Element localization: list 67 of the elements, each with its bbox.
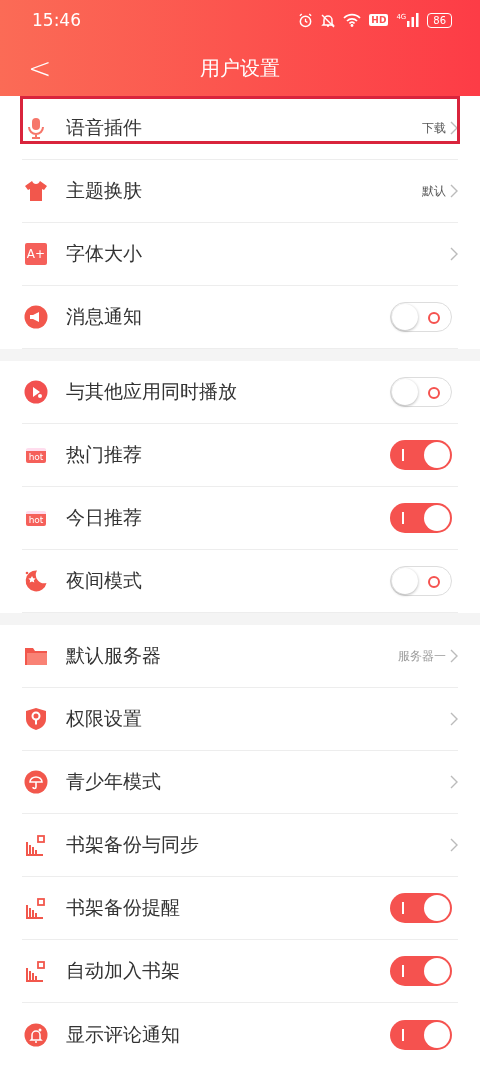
chart-icon [24, 896, 48, 920]
toggle-switch[interactable] [390, 377, 452, 407]
page-title: 用户设置 [200, 54, 280, 82]
setting-value: 默认 [422, 182, 446, 200]
mute-icon [321, 12, 336, 28]
umbrella-icon [24, 770, 48, 794]
setting-label: 默认服务器 [66, 643, 162, 668]
chevron-icon [450, 184, 458, 198]
settings-row[interactable]: 权限设置 [22, 688, 458, 751]
toggle-switch[interactable] [390, 893, 452, 923]
setting-label: 书架备份与同步 [66, 832, 200, 857]
setting-label: 消息通知 [66, 304, 143, 329]
toggle-switch[interactable] [390, 503, 452, 533]
hot-sign-icon: hot [25, 510, 47, 526]
setting-value: 服务器一 [398, 647, 446, 665]
chevron-icon [450, 121, 458, 135]
setting-value: 下载 [422, 119, 446, 137]
toggle-switch[interactable] [390, 1019, 452, 1050]
settings-row[interactable]: A+ 字体大小 [22, 223, 458, 286]
font-size-icon: A+ [25, 243, 47, 265]
settings-row[interactable]: 青少年模式 [22, 751, 458, 814]
setting-label: 主题换肤 [66, 178, 143, 203]
settings-row[interactable]: 书架备份与同步 [22, 814, 458, 877]
chart-icon [24, 833, 48, 857]
chart-icon [24, 959, 48, 983]
shield-icon [24, 707, 48, 731]
settings-row[interactable]: 主题换肤 默认 [22, 160, 458, 223]
hot-sign-icon: hot [25, 447, 47, 463]
bell-icon [24, 1022, 48, 1047]
settings-row[interactable]: 语音插件 下载 [22, 97, 458, 160]
setting-label: 书架备份提醒 [66, 895, 181, 920]
settings-row[interactable]: 书架备份提醒 [22, 877, 458, 940]
setting-label: 热门推荐 [66, 442, 143, 467]
setting-label: 权限设置 [66, 706, 143, 731]
chevron-icon [450, 649, 458, 663]
settings-row[interactable]: 自动加入书架 [22, 940, 458, 1003]
setting-label: 青少年模式 [66, 769, 162, 794]
battery-level: 86 [427, 12, 452, 28]
setting-label: 夜间模式 [66, 568, 143, 593]
toggle-switch[interactable] [390, 956, 452, 986]
settings-row[interactable]: 显示评论通知 [22, 1003, 458, 1066]
setting-label: 语音插件 [66, 115, 143, 140]
settings-row[interactable]: 默认服务器 服务器一 [22, 625, 458, 688]
wifi-icon [343, 13, 362, 27]
settings-row[interactable]: hot 热门推荐 [22, 424, 458, 487]
chevron-icon [450, 775, 458, 789]
shirt-icon [24, 179, 48, 203]
settings-row[interactable]: hot 今日推荐 [22, 487, 458, 550]
setting-label: 字体大小 [66, 241, 143, 266]
megaphone-icon [24, 305, 48, 329]
chevron-icon [450, 712, 458, 726]
chevron-icon [450, 838, 458, 852]
toggle-switch[interactable] [390, 302, 452, 332]
toggle-switch[interactable] [390, 566, 452, 596]
setting-label: 今日推荐 [66, 505, 143, 530]
hd-badge: HD [369, 14, 389, 26]
toggle-switch[interactable] [390, 440, 452, 470]
chevron-icon [450, 247, 458, 261]
signal-icon [407, 13, 420, 27]
moon-icon [24, 569, 48, 593]
setting-label: 显示评论通知 [66, 1021, 181, 1047]
setting-label: 自动加入书架 [66, 958, 181, 983]
status-time: 15:46 [32, 10, 82, 30]
alarm-icon [298, 12, 314, 28]
settings-row[interactable]: 与其他应用同时播放 [22, 361, 458, 424]
play-icon [24, 380, 48, 404]
setting-label: 与其他应用同时播放 [66, 379, 238, 404]
